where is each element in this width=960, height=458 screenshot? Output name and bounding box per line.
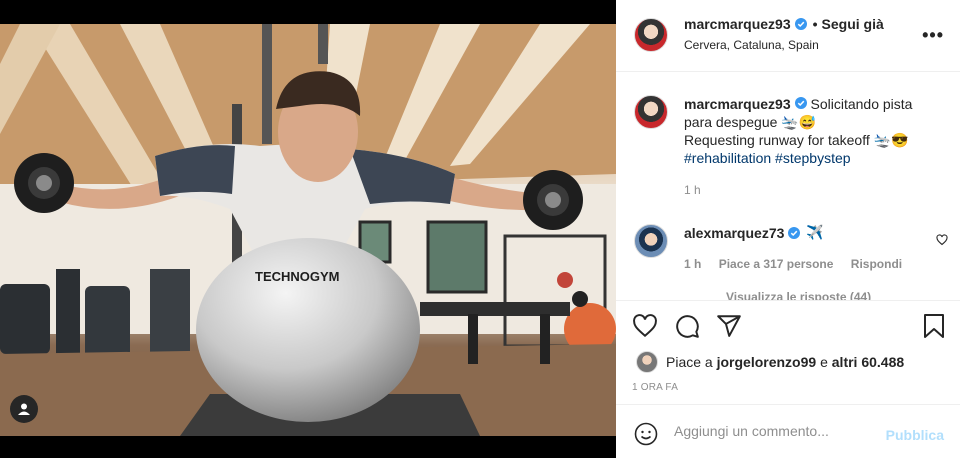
caption-age[interactable]: 1 h	[684, 181, 944, 199]
more-options-icon[interactable]: •••	[922, 26, 944, 44]
likes-prefix: Piace a	[666, 354, 713, 370]
follow-status-button[interactable]: Segui già	[822, 16, 884, 32]
comment-likes-count[interactable]: Piace a 317 persone	[719, 257, 834, 271]
ball-logo-text: TECHNOGYM	[255, 269, 340, 284]
post-caption: marcmarquez93 Solicitando pista para des…	[684, 95, 944, 199]
liker-username[interactable]: jorgelorenzo99	[717, 354, 817, 370]
bookmark-icon[interactable]	[922, 313, 946, 339]
publish-button[interactable]: Pubblica	[886, 427, 944, 443]
comment-heart-icon[interactable]	[936, 234, 948, 246]
view-replies-link[interactable]: Visualizza le risposte (44)	[726, 290, 871, 300]
post-photo[interactable]: TECHNOGYM	[0, 24, 616, 436]
reply-button[interactable]: Rispondi	[851, 257, 902, 271]
post-timestamp[interactable]: 1 ORA FA	[632, 382, 678, 393]
gym-photo-illustration: TECHNOGYM	[0, 24, 616, 436]
separator-dot: •	[812, 16, 818, 32]
caption-hashtags[interactable]: #rehabilitation #stepbystep	[684, 149, 944, 167]
verified-badge-icon	[794, 18, 807, 30]
cable-rig	[262, 24, 272, 144]
likes-others[interactable]: altri 60.488	[832, 354, 904, 370]
user-tag-icon	[18, 403, 30, 415]
caption-line: Requesting runway for takeoff 🛬😎	[684, 132, 909, 148]
caption-author-username[interactable]: marcmarquez93	[684, 96, 791, 112]
verified-badge-icon	[794, 97, 807, 109]
post-location[interactable]: Cervera, Cataluna, Spain	[684, 38, 819, 52]
liker-avatar[interactable]	[636, 351, 658, 373]
author-avatar[interactable]	[634, 18, 668, 52]
swiss-ball	[196, 238, 420, 422]
share-icon[interactable]	[716, 313, 742, 339]
post-header: marcmarquez93 • Segui già Cervera, Catal…	[616, 0, 960, 72]
author-line: marcmarquez93 • Segui già	[684, 16, 884, 32]
bench	[420, 302, 570, 316]
comments-section: marcmarquez93 Solicitando pista para des…	[616, 73, 960, 300]
comment-line: alexmarquez73 ✈️	[684, 224, 824, 241]
action-icons	[632, 313, 742, 341]
comment-author-username[interactable]: alexmarquez73	[684, 225, 784, 241]
post-media: TECHNOGYM	[0, 0, 616, 458]
caption-line: Solicitando pista	[810, 96, 913, 112]
comment-age[interactable]: 1 h	[684, 257, 701, 271]
comment-author-avatar[interactable]	[634, 224, 668, 258]
likes-summary: Piace a jorgelorenzo99 e altri 60.488	[636, 351, 904, 373]
emoji-icon[interactable]	[634, 422, 658, 446]
caption-line: para despegue 🛬😅	[684, 114, 817, 130]
right-dumbbell	[523, 170, 583, 230]
comment-input[interactable]	[674, 423, 874, 439]
gym-machine	[0, 284, 50, 354]
post-actions: Piace a jorgelorenzo99 e altri 60.488 1 …	[616, 300, 960, 404]
caption-author-avatar[interactable]	[634, 95, 668, 129]
author-username[interactable]: marcmarquez93	[684, 16, 791, 32]
post-side-panel: marcmarquez93 • Segui già Cervera, Catal…	[616, 0, 960, 458]
comment-composer: Pubblica	[616, 404, 960, 458]
likes-connector: e	[820, 354, 828, 370]
heart-icon[interactable]	[632, 313, 658, 339]
comment-meta: 1 h Piace a 317 persone Rispondi	[684, 257, 916, 271]
comment-icon[interactable]	[674, 313, 700, 339]
verified-badge-icon	[788, 226, 801, 239]
window	[426, 220, 488, 294]
left-dumbbell	[14, 153, 74, 213]
comment-text: ✈️	[806, 224, 824, 240]
user-tag-button[interactable]	[10, 395, 38, 423]
